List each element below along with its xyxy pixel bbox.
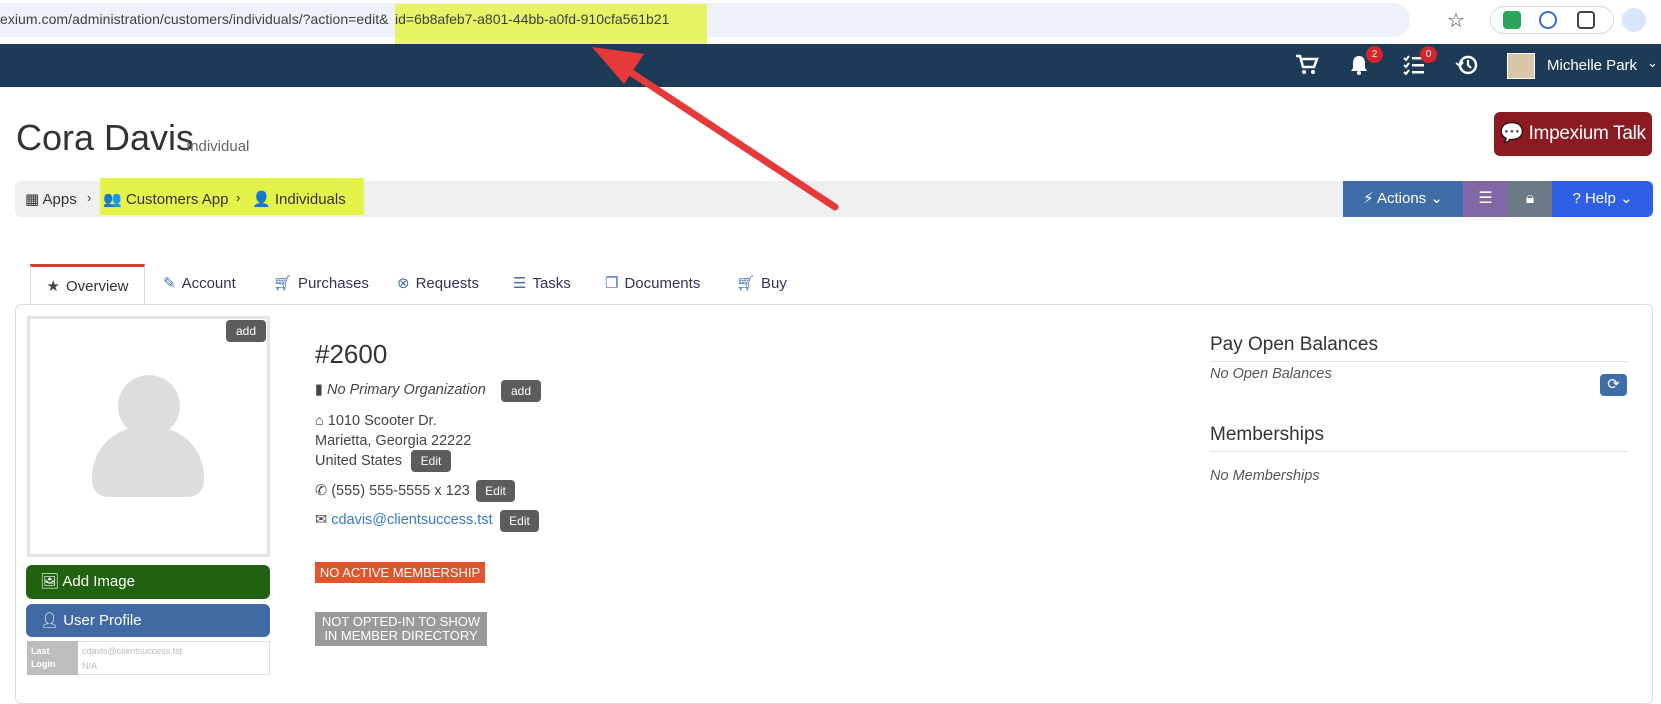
impexium-talk-button[interactable]: 💬 Impexium Talk [1494,112,1652,156]
question-circle-icon: ? [1572,190,1581,207]
user-avatar[interactable] [1507,53,1535,79]
user-icon: 👤 [252,191,271,208]
phone-row: ✆ (555) 555-5555 x 123 [315,483,470,499]
add-organization-button[interactable]: add [501,380,541,402]
last-login-value: N/A [82,661,98,671]
actions-button[interactable]: ⚡ Actions ⌄ [1343,181,1463,217]
tasks-badge: 0 [1420,46,1437,63]
help-button[interactable]: ? Help ⌄ [1552,181,1653,217]
membership-status-badge: NO ACTIVE MEMBERSHIP [315,562,485,583]
page-title: Cora Davis [16,117,195,158]
users-icon: 👥 [103,191,122,208]
add-image-button[interactable]: 🖼︎ Add Image [26,565,270,599]
url-text: exium.com/administration/customers/indiv… [0,11,389,27]
building-icon: ▮ [315,382,323,398]
user-icon: 👤︎ [40,612,60,629]
memberships-title: Memberships [1210,424,1325,445]
no-memberships-text: No Memberships [1210,468,1320,484]
image-icon: 🖼︎ [40,573,60,590]
login-username: cdavis@clientsuccess.tst [82,646,183,656]
extension-green-icon[interactable] [1503,11,1521,29]
tab-requests[interactable]: ⊗ Requests [397,264,479,304]
lock-button[interactable]: 🔒︎ [1508,181,1552,217]
user-profile-button[interactable]: 👤︎ User Profile [26,604,270,637]
address-line-3: United States [315,453,403,469]
email-link[interactable]: cdavis@clientsuccess.tst [331,512,492,528]
divider [1210,451,1628,452]
chevron-down-icon: ⌄ [1619,190,1633,207]
chevron-right-icon: › [236,190,241,205]
star-icon: ★ [46,278,60,295]
lifebuoy-icon: ⊗ [397,275,410,292]
url-id-param: id=6b8afeb7-a801-44bb-a0fd-910cfa561b21 [395,11,670,27]
tab-overview[interactable]: ★ Overview [30,264,145,304]
bookmark-star-icon[interactable]: ☆ [1447,8,1465,33]
cart-icon: 🛒︎ [736,275,756,292]
cart-icon[interactable] [1295,54,1319,82]
no-open-balances-text: No Open Balances [1210,366,1332,382]
tab-buy[interactable]: 🛒︎ Buy [736,264,787,304]
browser-toolbar: exium.com/administration/customers/indiv… [0,0,1661,45]
top-navbar: 2 0 Michelle Park ⌄ [0,44,1661,87]
documents-icon: ❐ [605,275,619,292]
user-name[interactable]: Michelle Park [1547,57,1637,74]
customer-number: #2600 [315,339,388,369]
last-login-label: Last Login [27,641,78,675]
edit-address-button[interactable]: Edit [411,450,451,472]
history-icon[interactable] [1455,54,1479,82]
browser-profile-icon[interactable] [1622,8,1646,32]
edit-email-button[interactable]: Edit [500,510,539,532]
checklist-icon: ☰ [513,275,527,292]
photo-add-button[interactable]: add [226,320,266,342]
tab-purchases[interactable]: 🛒︎ Purchases [273,264,369,304]
notifications-badge: 2 [1366,46,1383,63]
divider [1210,361,1628,362]
extensions-group [1490,6,1614,34]
extensions-puzzle-icon[interactable] [1577,11,1595,29]
pay-open-balances-title: Pay Open Balances [1210,334,1378,355]
tab-tasks[interactable]: ☰ Tasks [513,264,571,304]
chevron-down-icon[interactable]: ⌄ [1647,55,1658,71]
impexium-talk-label: Impexium Talk [1528,123,1646,144]
tab-documents[interactable]: ❐ Documents [605,264,700,304]
list-view-button[interactable]: ☰ [1463,181,1508,217]
chevron-down-icon: ⌄ [1430,190,1443,207]
chevron-right-icon: › [87,190,92,205]
grid-icon: ▦ [25,191,40,208]
address-line-1: ⌂ 1010 Scooter Dr. [315,413,437,429]
tab-account[interactable]: ✎ Account [163,264,236,304]
email-row: ✉ cdavis@clientsuccess.tst [315,512,493,528]
organization-row: ▮ No Primary Organization [315,382,486,398]
page-subtitle: Individual [186,138,250,155]
directory-status-badge: NOT OPTED-IN TO SHOW IN MEMBER DIRECTORY [315,612,487,646]
breadcrumb-customers-app[interactable]: 👥 Customers App [103,190,228,208]
edit-phone-button[interactable]: Edit [476,480,515,502]
chat-bubble-icon: 💬 [1500,123,1524,144]
edit-icon: ✎ [163,275,176,292]
phone-icon: ✆ [315,483,328,499]
envelope-icon: ✉ [315,512,328,528]
list-icon: ☰ [1478,190,1493,207]
breadcrumb-apps[interactable]: ▦ Apps [25,190,77,208]
home-icon: ⌂ [315,413,324,429]
lock-icon: 🔒︎ [1525,190,1535,207]
lightning-icon: ⚡ [1363,190,1374,207]
cart-icon: 🛒︎ [273,275,293,292]
extension-compass-icon[interactable] [1539,11,1557,29]
breadcrumb-individuals[interactable]: 👤 Individuals [252,190,346,208]
refresh-icon[interactable]: ⟳ [1600,374,1627,396]
address-line-2: Marietta, Georgia 22222 [315,433,472,449]
